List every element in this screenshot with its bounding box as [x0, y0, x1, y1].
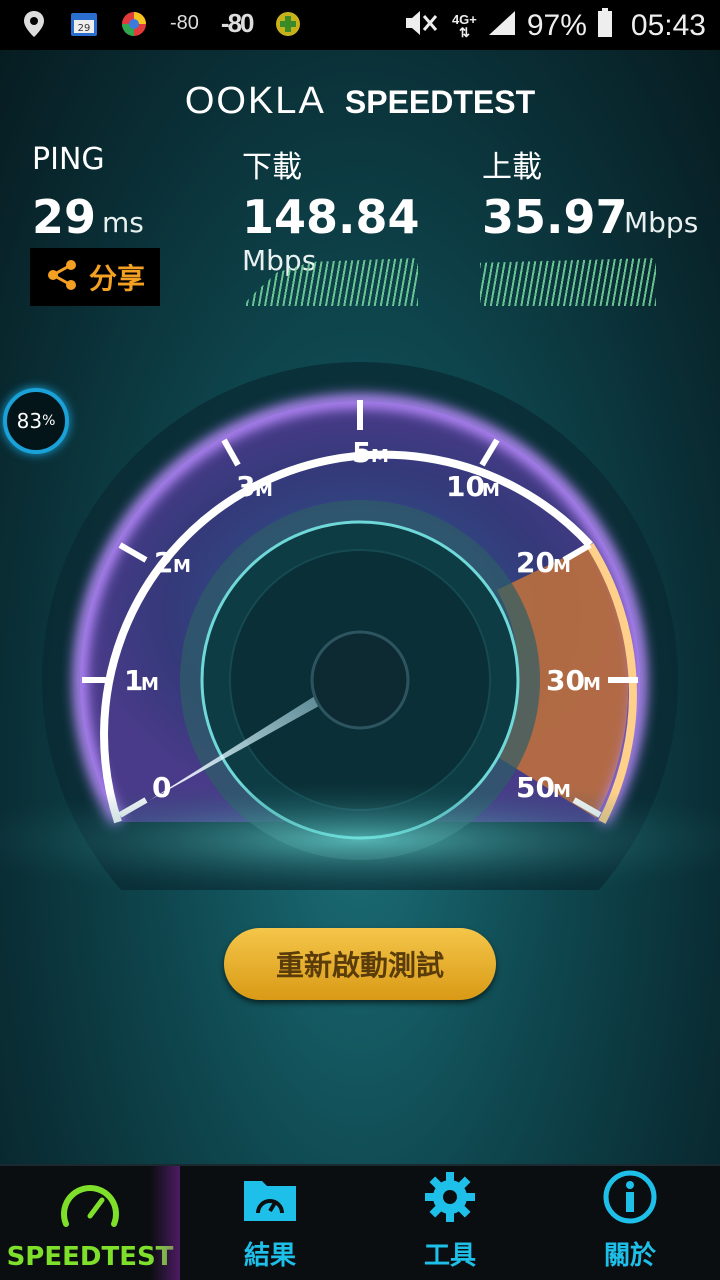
tick-unit-30: M	[583, 674, 601, 695]
product-name: SPEEDTEST	[344, 84, 536, 120]
cell-signal-icon	[487, 9, 517, 42]
battery-percent: 97%	[526, 8, 587, 42]
upload-value: 35.97	[482, 190, 628, 244]
status-bar: 29 -80 -80 4G+ ⇅ 97% 05:43	[0, 0, 720, 50]
restart-test-button[interactable]: 重新啟動測試	[224, 928, 496, 1000]
tick-unit-20: M	[553, 556, 571, 577]
tick-unit-3: M	[255, 480, 273, 501]
tick-unit-50: M	[553, 781, 571, 802]
tick-label-10: 10	[446, 470, 485, 503]
upload-graph	[480, 258, 656, 306]
mute-icon	[402, 8, 442, 43]
battery-icon	[597, 8, 613, 43]
speed-gauge: 0 1 M 2 M 3 M 5 M 10 M 20 M 30 M 50 M	[0, 362, 720, 890]
nav-about[interactable]: 關於	[540, 1166, 720, 1280]
nav-results[interactable]: 結果	[180, 1166, 360, 1280]
nav-tools[interactable]: 工具	[360, 1166, 540, 1280]
tick-unit-2: M	[173, 556, 191, 577]
svg-text:29: 29	[78, 23, 91, 34]
nav-speedtest[interactable]: SPEEDTEST	[0, 1166, 180, 1280]
game-icon	[274, 9, 302, 39]
tick-label-3: 3	[236, 470, 255, 503]
tick-label-2: 2	[154, 546, 173, 579]
download-value: 148.84	[242, 190, 420, 244]
location-icon	[20, 9, 48, 39]
browser-icon	[120, 9, 148, 39]
app-logo: OOKLA SPEEDTEST	[0, 80, 720, 123]
ping-label: PING	[32, 142, 105, 177]
nav-about-label: 關於	[603, 1241, 656, 1271]
share-button[interactable]: 分享	[30, 248, 160, 306]
bottom-nav: SPEEDTEST 結果 工具 關於	[0, 1164, 720, 1280]
download-label: 下載	[242, 150, 302, 185]
gear-icon	[422, 1169, 478, 1229]
tick-label-20: 20	[516, 546, 555, 579]
info-icon	[602, 1169, 658, 1229]
signal-strength-text-bold: -80	[220, 8, 255, 38]
share-label: 分享	[88, 262, 145, 295]
network-type: 4G+ ⇅	[451, 11, 477, 40]
share-icon	[45, 258, 79, 296]
tick-label-0: 0	[152, 771, 171, 804]
tick-unit-1: M	[141, 674, 159, 695]
ping-unit: ms	[102, 206, 144, 239]
tick-label-5: 5	[352, 436, 371, 469]
clock: 05:43	[630, 8, 706, 42]
tick-unit-10: M	[482, 480, 500, 501]
tick-label-30: 30	[546, 664, 585, 697]
nav-speedtest-label: SPEEDTEST	[6, 1242, 174, 1272]
signal-strength-text: -80	[170, 12, 199, 34]
ping-value: 29	[32, 190, 97, 244]
tick-label-50: 50	[516, 771, 555, 804]
calendar-icon: 29	[70, 9, 98, 39]
nav-results-label: 結果	[243, 1241, 296, 1271]
brand-name: OOKLA	[184, 80, 326, 122]
upload-label: 上載	[482, 150, 542, 185]
nav-tools-label: 工具	[423, 1241, 476, 1271]
upload-unit: Mbps	[624, 206, 699, 239]
speedometer-icon	[60, 1180, 120, 1236]
tick-unit-5: M	[371, 446, 389, 467]
results-folder-icon	[240, 1173, 300, 1229]
